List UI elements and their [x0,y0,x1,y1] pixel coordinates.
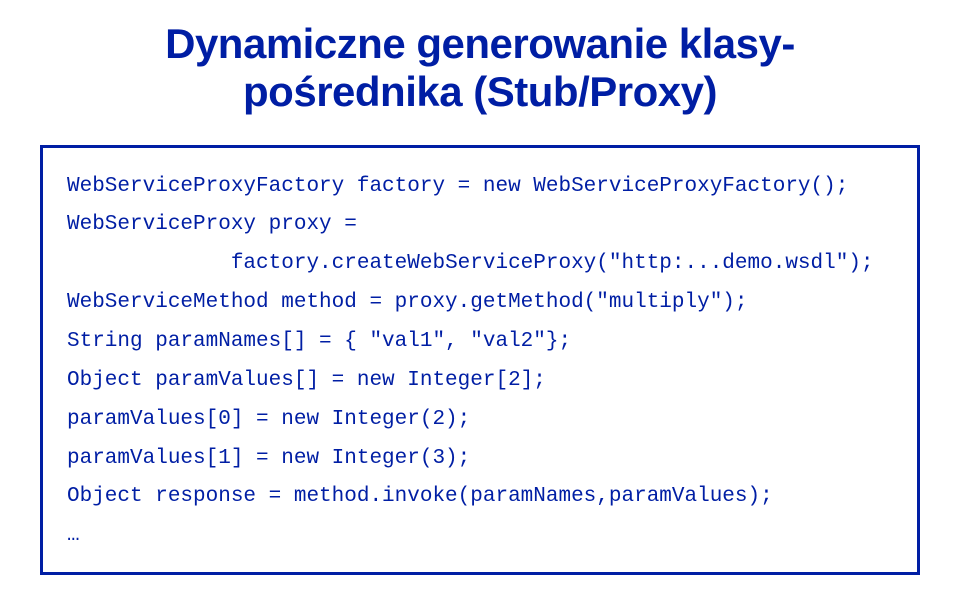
slide-title: Dynamiczne generowanie klasy- pośrednika… [40,20,920,117]
code-line-7: paramValues[0] = new Integer(2); [67,408,470,431]
code-box: WebServiceProxyFactory factory = new Web… [40,145,920,575]
code-line-3: factory.createWebServiceProxy("http:...d… [67,252,874,275]
code-line-4: WebServiceMethod method = proxy.getMetho… [67,291,748,314]
code-line-6: Object paramValues[] = new Integer[2]; [67,369,546,392]
title-line-2: pośrednika (Stub/Proxy) [243,68,717,115]
code-line-9: Object response = method.invoke(paramNam… [67,485,773,508]
code-line-5: String paramNames[] = { "val1", "val2"}; [67,330,571,353]
title-line-1: Dynamiczne generowanie klasy- [165,20,795,67]
slide: Dynamiczne generowanie klasy- pośrednika… [0,0,960,615]
code-line-8: paramValues[1] = new Integer(3); [67,447,470,470]
code-line-10: … [67,524,80,547]
code-line-1: WebServiceProxyFactory factory = new Web… [67,175,848,198]
code-line-2: WebServiceProxy proxy = [67,213,357,236]
